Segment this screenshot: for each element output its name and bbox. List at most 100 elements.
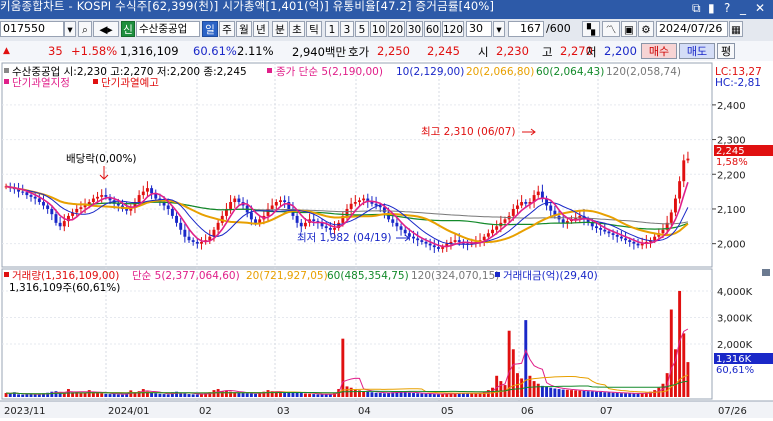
interval-120-button[interactable]: 120 [442, 21, 464, 37]
ma20-legend: 20(2,066,80) [466, 66, 534, 78]
chart-type-icon[interactable]: ▚ [582, 21, 600, 37]
volume-bar [83, 393, 87, 397]
volume-bar [121, 394, 124, 397]
period-year-button[interactable]: 년 [253, 21, 269, 37]
price-axis-label: 2,000 [717, 240, 746, 251]
volume-bar [615, 393, 619, 397]
candle-body [578, 215, 582, 218]
window-title: 키움종합차트 - KOSPI 수식주[62,399(천)] 시가총액[1,401… [0, 0, 495, 13]
candle-body [428, 243, 432, 246]
buy-button[interactable]: 매수 [641, 43, 677, 59]
volume-bar [561, 389, 565, 397]
candle-body [420, 240, 424, 242]
candle-body [137, 195, 141, 203]
interval-dropdown-icon[interactable]: ▾ [493, 21, 505, 37]
sell-button[interactable]: 매도 [679, 43, 715, 59]
volume-bar [320, 394, 324, 397]
interval-custom-input[interactable]: 30 [466, 21, 492, 37]
candle-body [75, 208, 79, 213]
volume-bar [62, 393, 66, 397]
volume-bar [611, 392, 615, 397]
dividend-annotation: 배당락(0,00%) [66, 153, 137, 165]
candle-body [249, 212, 253, 220]
candle-body [328, 228, 332, 230]
period-month-button[interactable]: 월 [236, 21, 252, 37]
toolbar: 017550 ▾ ⌕ ◀▸ 신 수산중공업 일 주 월 년 분 초 틱 1 3 … [0, 19, 773, 42]
interval-3-button[interactable]: 3 [340, 21, 354, 37]
prev-next-icon[interactable]: ◀▸ [93, 21, 119, 37]
search-icon[interactable]: ⌕ [78, 21, 92, 37]
candle-body [183, 229, 187, 237]
save-icon[interactable]: ▣ [621, 21, 637, 37]
volume-bar [661, 383, 665, 397]
period-week-button[interactable]: 주 [219, 21, 235, 37]
period-second-button[interactable]: 초 [289, 21, 305, 37]
candle-body [678, 181, 682, 199]
interval-60-button[interactable]: 60 [424, 21, 441, 37]
help-icon[interactable]: ? [724, 0, 730, 17]
volume-bar [303, 393, 307, 397]
interval-10-button[interactable]: 10 [370, 21, 387, 37]
candle-body [669, 212, 673, 223]
date-input[interactable]: 2024/07/26 [656, 21, 728, 37]
candle-body [661, 229, 665, 234]
gear-icon[interactable]: ⚙ [638, 21, 654, 37]
stock-code-input[interactable]: 017550 [0, 21, 64, 37]
vol-ma60-legend: 60(485,354,75) [327, 270, 409, 282]
x-axis-label: 2024/01 [108, 406, 150, 417]
panel-maximize-icon[interactable] [762, 269, 770, 276]
volume-bar [590, 391, 594, 397]
interval-20-button[interactable]: 20 [388, 21, 405, 37]
candle-body [403, 229, 407, 234]
period-day-button[interactable]: 일 [202, 21, 218, 37]
candle-body [432, 245, 436, 248]
count-total: /600 [546, 22, 571, 35]
volume-bar [324, 394, 328, 397]
candle-body [274, 202, 278, 206]
volume-bar [470, 393, 474, 397]
volume-bar [299, 393, 303, 397]
volume-bar [21, 394, 25, 397]
minimize-icon[interactable]: _ [740, 0, 746, 17]
hoga-buy-price: 2,250 [377, 44, 410, 58]
stock-name-field[interactable]: 수산중공업 [136, 21, 200, 37]
indicator-icon[interactable]: 〽 [602, 21, 620, 37]
x-axis-label: 07/26 [718, 406, 747, 417]
candle-body [407, 233, 411, 237]
candle-body [79, 207, 83, 209]
restore-icon[interactable]: ⧉ [692, 0, 701, 17]
code-dropdown-icon[interactable]: ▾ [64, 21, 76, 37]
volume-bar [353, 389, 357, 397]
candle-body [96, 196, 100, 199]
candle-body [216, 222, 220, 230]
close-icon[interactable]: ✕ [755, 0, 765, 17]
interval-5-button[interactable]: 5 [355, 21, 369, 37]
period-tick-button[interactable]: 틱 [306, 21, 322, 37]
volume-bar [540, 385, 544, 397]
candle-body [233, 198, 237, 203]
period-minute-button[interactable]: 분 [272, 21, 288, 37]
volume-bar [150, 392, 154, 397]
interval-1-button[interactable]: 1 [325, 21, 339, 37]
volume-bar [8, 393, 12, 397]
candle-body [50, 208, 54, 215]
volume-bar [565, 389, 569, 397]
trade-amount: 2,940백만 [292, 45, 347, 59]
volume-bar [212, 390, 216, 397]
candle-body [229, 202, 233, 209]
count-input[interactable]: 167 [508, 21, 544, 37]
x-axis-label: 07 [600, 406, 613, 417]
ma120-legend: 120(2,058,74) [606, 66, 681, 78]
volume-bar [382, 393, 386, 397]
volume-bar [341, 338, 345, 397]
warning-notice: 단기과열예고 [101, 76, 159, 89]
candle-body [170, 208, 174, 216]
candle-chart[interactable]: 수산중공업 시:2,230 고:2,270 저:2,200 종:2,245 종가… [0, 61, 773, 418]
pin-icon[interactable]: ▮ [708, 0, 715, 17]
price-axis-label: 2,200 [717, 170, 746, 181]
candle-body [603, 229, 607, 232]
eval-button[interactable]: 평 [717, 43, 735, 59]
interval-30-button[interactable]: 30 [406, 21, 423, 37]
calendar-icon[interactable]: ▦ [729, 21, 743, 37]
volume-bar [607, 392, 611, 397]
